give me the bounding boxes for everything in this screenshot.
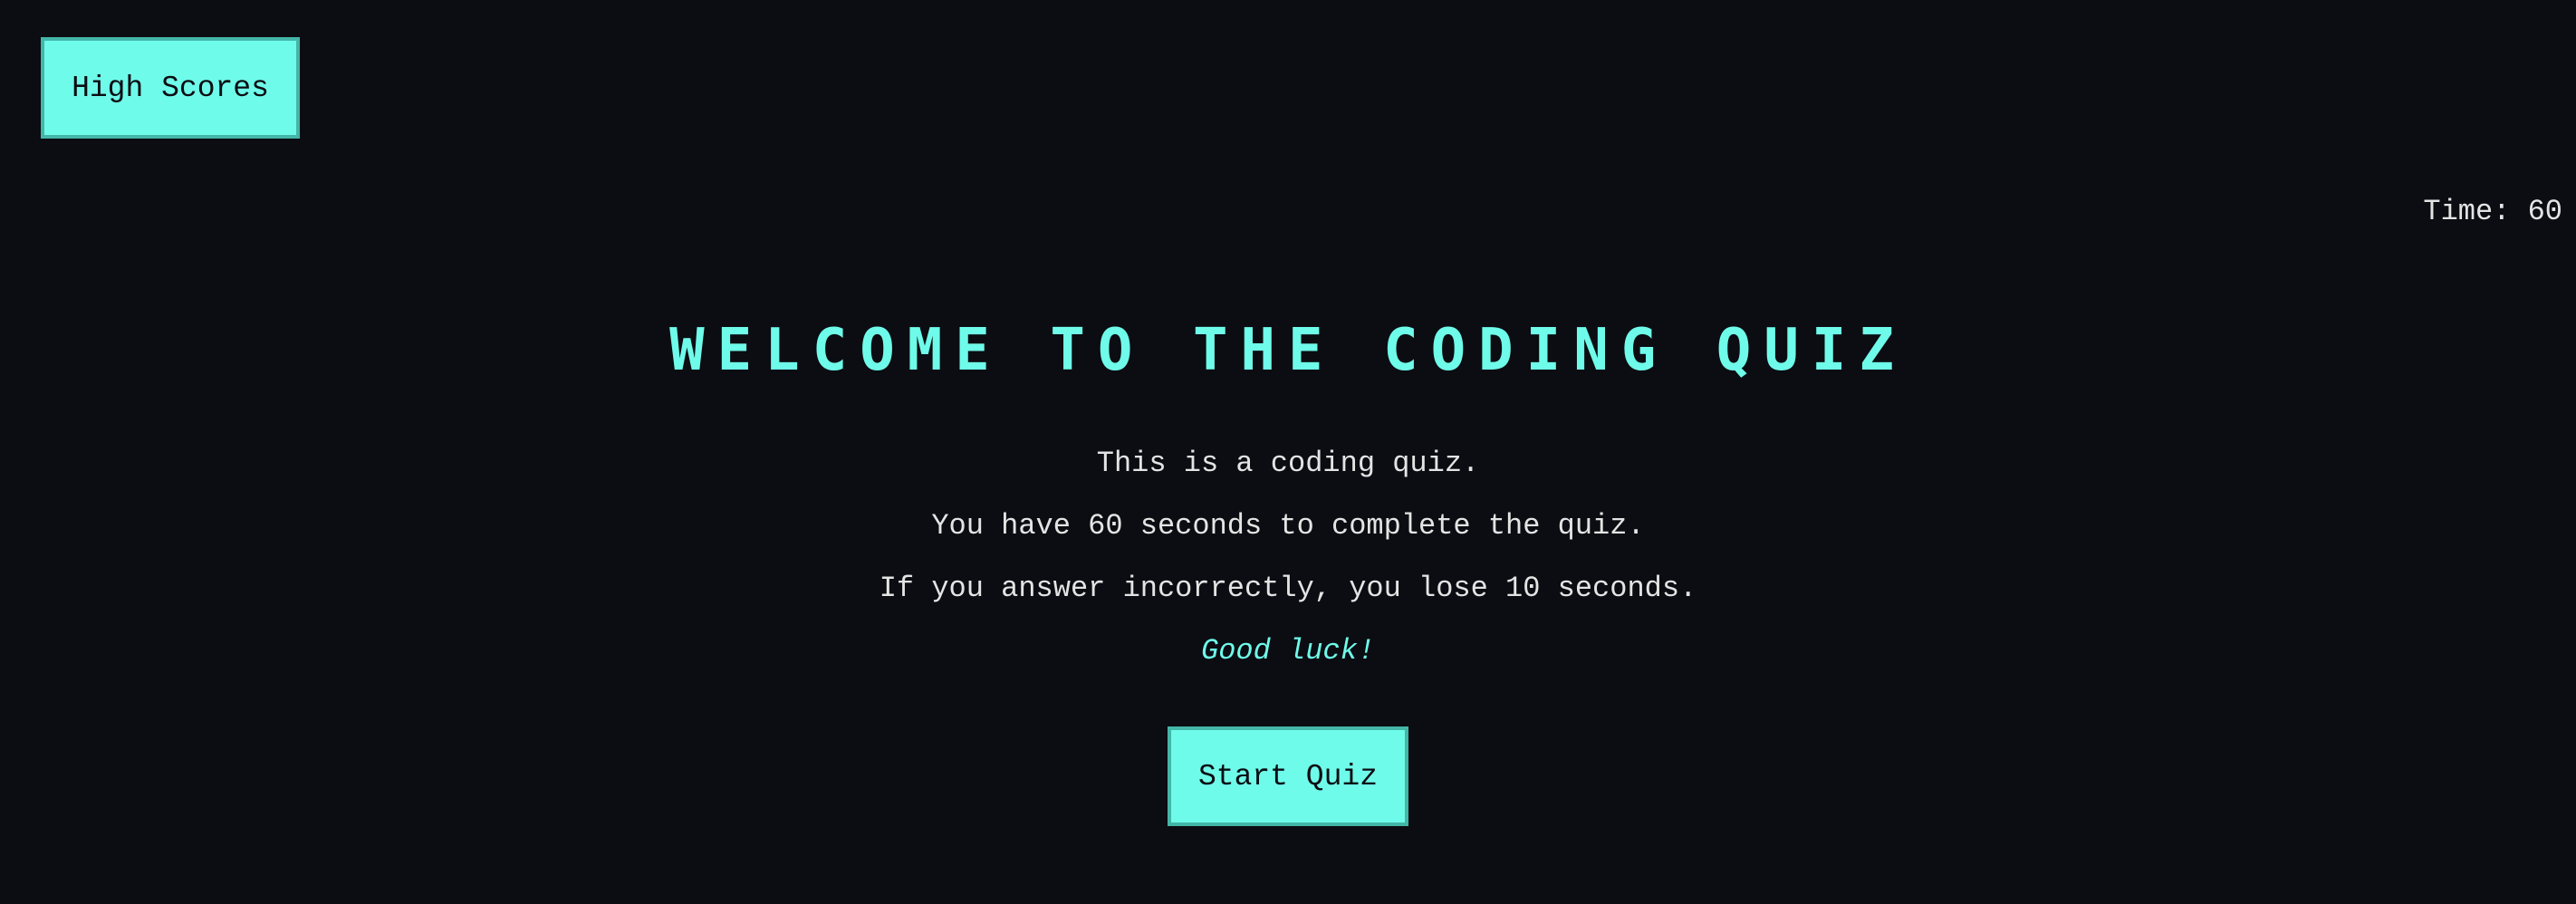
penalty-text: If you answer incorrectly, you lose 10 s… [879, 572, 1697, 605]
intro-text: This is a coding quiz. [1096, 447, 1480, 480]
high-scores-button[interactable]: High Scores [41, 37, 300, 139]
start-quiz-button[interactable]: Start Quiz [1168, 726, 1408, 826]
page-title: WELCOME TO THE CODING QUIZ [669, 317, 1907, 384]
time-limit-text: You have 60 seconds to complete the quiz… [931, 509, 1645, 543]
good-luck-text: Good luck! [1200, 634, 1376, 668]
timer-display: Time: 60 [2423, 195, 2562, 228]
